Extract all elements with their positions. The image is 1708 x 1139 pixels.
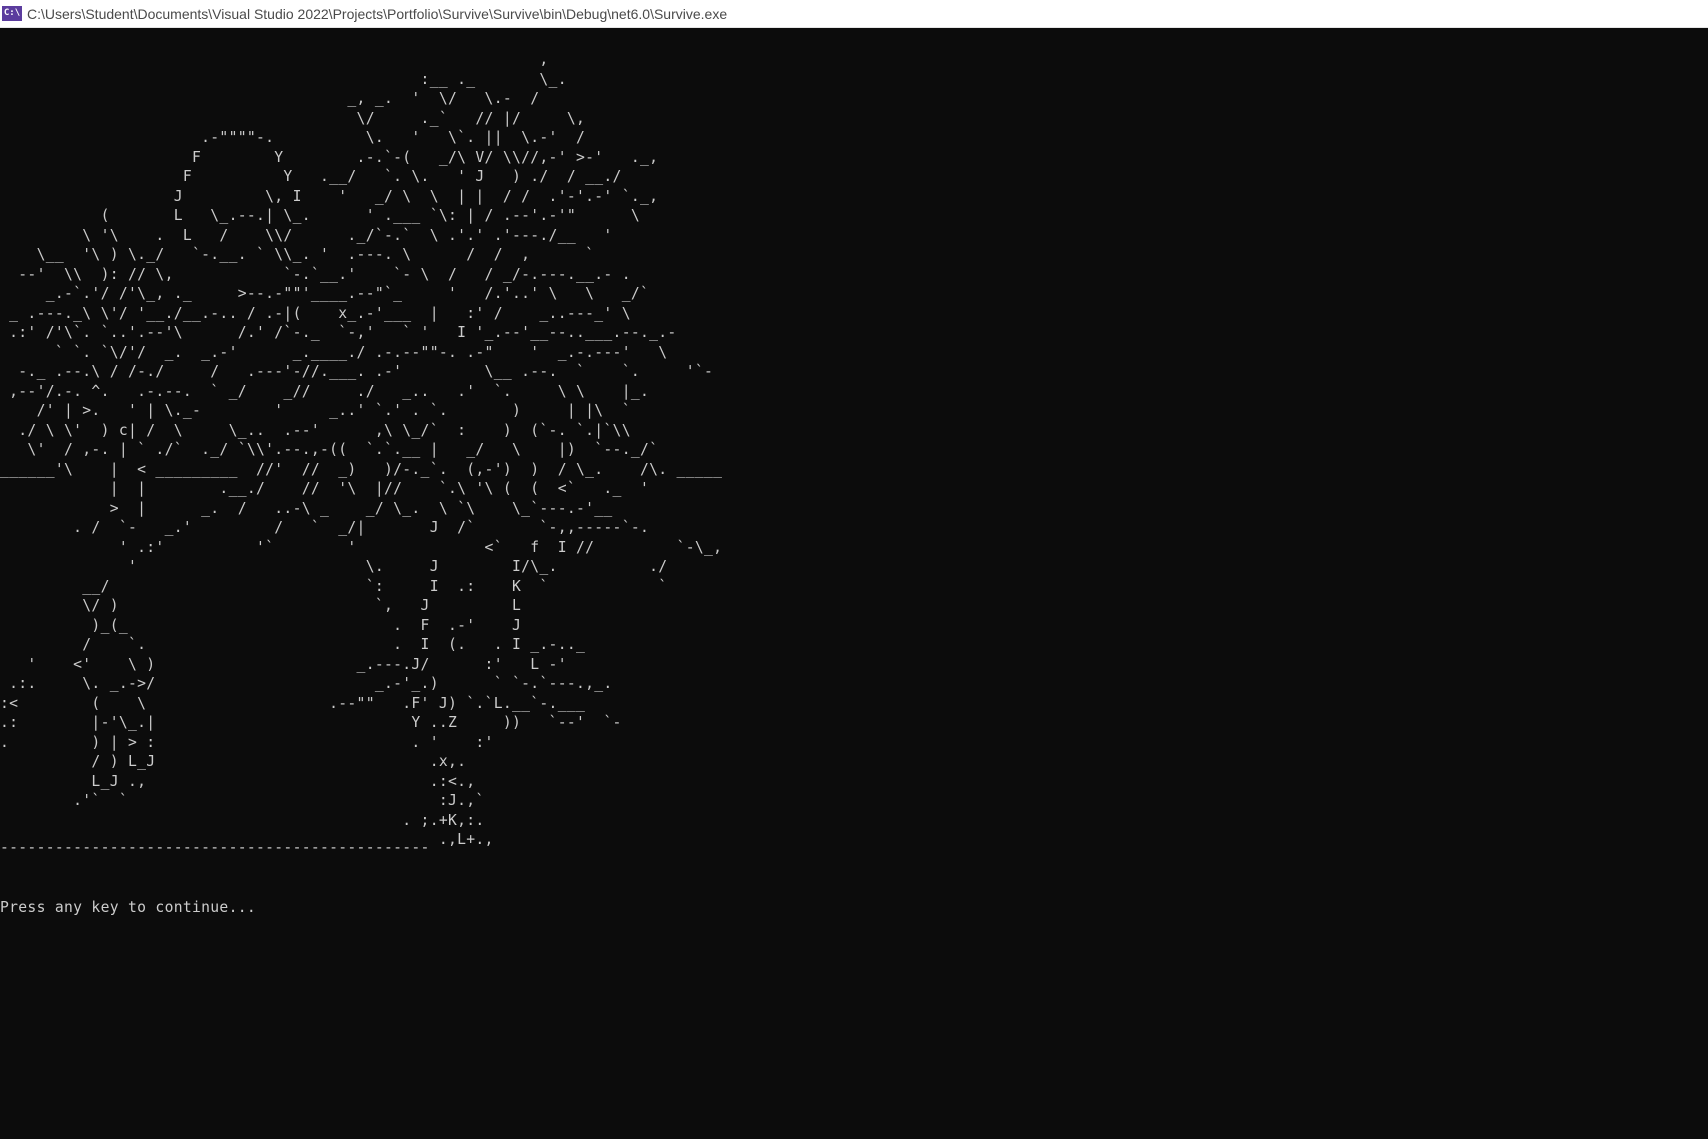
console-window: C:\ C:\Users\Student\Documents\Visual St… — [0, 0, 1708, 1139]
ascii-art-scene: , :__ ._ \_. _, _. ' \/ \.- / \/ ._` // … — [0, 51, 723, 848]
title-bar[interactable]: C:\ C:\Users\Student\Documents\Visual St… — [0, 0, 1708, 28]
window-title: C:\Users\Student\Documents\Visual Studio… — [27, 6, 728, 22]
console-app-icon[interactable]: C:\ — [2, 6, 22, 21]
console-output[interactable]: , :__ ._ \_. _, _. ' \/ \.- / \/ ._` // … — [0, 50, 1708, 1139]
continue-prompt: Press any key to continue... — [0, 899, 256, 916]
divider-line: ----------------------------------------… — [0, 839, 430, 856]
